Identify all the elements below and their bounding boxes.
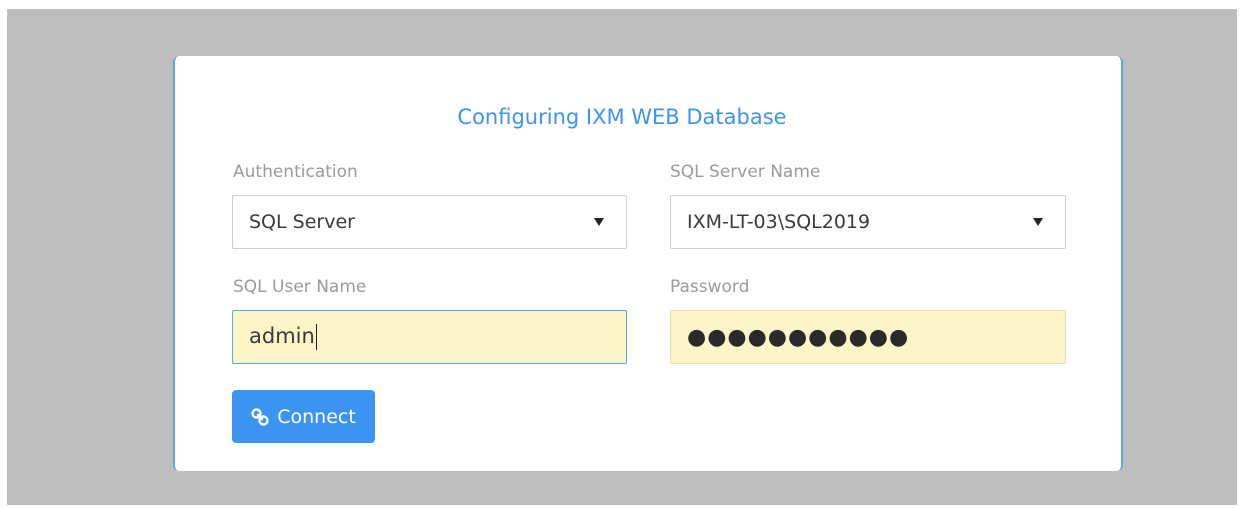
server-name-select[interactable]: IXM-LT-03\SQL2019: [670, 195, 1066, 249]
chevron-down-icon: [594, 218, 604, 226]
authentication-select[interactable]: SQL Server: [232, 195, 627, 249]
username-value: admin: [249, 324, 315, 348]
password-label: Password: [670, 277, 750, 297]
password-input[interactable]: ●●●●●●●●●●●: [670, 310, 1066, 364]
server-name-value: IXM-LT-03\SQL2019: [687, 211, 871, 233]
link-icon: [251, 407, 269, 426]
username-input[interactable]: admin: [232, 310, 627, 364]
username-label: SQL User Name: [233, 277, 367, 297]
server-name-label: SQL Server Name: [670, 162, 821, 182]
authentication-label: Authentication: [233, 162, 358, 182]
chevron-down-icon: [1033, 218, 1043, 226]
authentication-value: SQL Server: [249, 211, 355, 233]
connect-button[interactable]: Connect: [232, 390, 375, 443]
password-value: ●●●●●●●●●●●: [687, 324, 910, 350]
text-cursor: [315, 324, 317, 350]
dialog-title: Configuring IXM WEB Database: [457, 105, 787, 129]
username-value-wrap: admin: [249, 324, 610, 350]
connect-button-label: Connect: [277, 405, 356, 428]
